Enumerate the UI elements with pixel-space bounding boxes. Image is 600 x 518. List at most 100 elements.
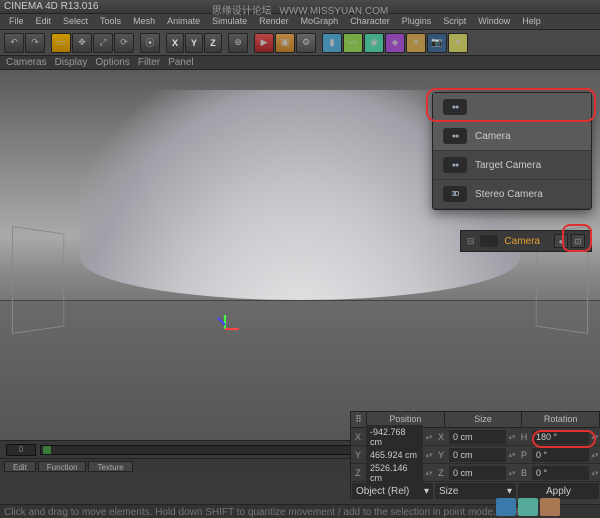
camera-object-icon bbox=[480, 235, 498, 247]
spinner-icon[interactable]: ▴▾ bbox=[507, 433, 517, 441]
pos-y-field[interactable]: 465.924 cm bbox=[366, 448, 423, 462]
axis-z-toggle[interactable]: Z bbox=[204, 33, 222, 53]
spinner-icon[interactable]: ▴▾ bbox=[424, 433, 434, 441]
menu-animate[interactable]: Animate bbox=[162, 14, 205, 29]
move-tool[interactable]: ✥ bbox=[72, 33, 92, 53]
size-y-field[interactable]: 0 cm bbox=[449, 448, 506, 462]
render-view[interactable]: ▶ bbox=[254, 33, 274, 53]
stereo-camera-option[interactable]: Stereo Camera bbox=[433, 180, 591, 209]
redo-button[interactable]: ↷ bbox=[25, 33, 45, 53]
camera-icon bbox=[443, 157, 467, 173]
label-sz: Z bbox=[434, 468, 448, 478]
pos-z-field[interactable]: 2526.146 cm bbox=[366, 461, 423, 485]
menu-script[interactable]: Script bbox=[438, 14, 471, 29]
scale-tool[interactable]: ⤢ bbox=[93, 33, 113, 53]
spinner-icon[interactable]: ▴▾ bbox=[590, 451, 600, 459]
target-camera-label: Target Camera bbox=[475, 160, 541, 171]
target-camera-option[interactable]: Target Camera bbox=[433, 151, 591, 180]
menu-help[interactable]: Help bbox=[517, 14, 546, 29]
vp-panel[interactable]: Panel bbox=[168, 57, 194, 68]
menu-file[interactable]: File bbox=[4, 14, 29, 29]
camera-dropdown-menu: Camera Target Camera Stereo Camera bbox=[432, 92, 592, 210]
app-title: CINEMA 4D R13.016 bbox=[4, 1, 99, 12]
tab-texture[interactable]: Texture bbox=[88, 461, 132, 472]
label-z: Z bbox=[351, 468, 365, 478]
axis-gizmo[interactable] bbox=[210, 315, 240, 345]
safe-frame-left bbox=[12, 226, 64, 334]
label-p: P bbox=[517, 450, 531, 460]
vp-options[interactable]: Options bbox=[95, 57, 129, 68]
camera-object-name[interactable]: Camera bbox=[504, 236, 540, 247]
vp-filter[interactable]: Filter bbox=[138, 57, 160, 68]
apply-button[interactable]: Apply bbox=[518, 483, 599, 499]
deformer-tool[interactable]: ◈ bbox=[385, 33, 405, 53]
environment-tool[interactable]: ☀ bbox=[406, 33, 426, 53]
size-x-field[interactable]: 0 cm bbox=[449, 430, 506, 444]
camera-icon bbox=[443, 99, 467, 115]
axis-y-toggle[interactable]: Y bbox=[185, 33, 203, 53]
coordinates-panel: ⠿ Position Size Rotation X -942.768 cm▴▾… bbox=[350, 411, 600, 500]
rotate-tool[interactable]: ⟳ bbox=[114, 33, 134, 53]
stereo-camera-label: Stereo Camera bbox=[475, 189, 543, 200]
rot-p-field[interactable]: 0 ° bbox=[532, 448, 589, 462]
pos-x-field[interactable]: -942.768 cm bbox=[366, 425, 423, 449]
light-tool[interactable]: ✦ bbox=[448, 33, 468, 53]
label-y: Y bbox=[351, 450, 365, 460]
recent-tool[interactable]: ⦿ bbox=[140, 33, 160, 53]
object-manager-row[interactable]: ⊟ Camera ● ⊡ bbox=[460, 230, 592, 252]
tab-edit[interactable]: Edit bbox=[4, 461, 36, 472]
coord-row-x: X -942.768 cm▴▾ X 0 cm▴▾ H 180 °▴▾ bbox=[351, 428, 600, 446]
menu-edit[interactable]: Edit bbox=[31, 14, 57, 29]
menu-tools[interactable]: Tools bbox=[95, 14, 126, 29]
menu-mesh[interactable]: Mesh bbox=[128, 14, 160, 29]
menu-window[interactable]: Window bbox=[473, 14, 515, 29]
rot-h-field[interactable]: 180 ° bbox=[532, 430, 589, 444]
vp-display[interactable]: Display bbox=[55, 57, 88, 68]
watermark-badges bbox=[496, 498, 560, 516]
size-mode-select[interactable]: Size▾ bbox=[435, 483, 516, 499]
spline-tool[interactable]: 〰 bbox=[343, 33, 363, 53]
main-toolbar: ↶ ↷ ▭ ✥ ⤢ ⟳ ⦿ X Y Z ⊕ ▶ ▣ ⚙ ▮ 〰 ◉ ◈ ☀ 📷 … bbox=[0, 30, 600, 56]
timeline-playhead[interactable] bbox=[43, 446, 51, 454]
viewport-menubar: Cameras Display Options Filter Panel bbox=[0, 56, 600, 70]
header-rotation: Rotation bbox=[522, 412, 600, 427]
status-text: Click and drag to move elements. Hold do… bbox=[4, 507, 535, 518]
coords-grip-icon[interactable]: ⠿ bbox=[351, 412, 367, 427]
tree-expand-icon[interactable]: ⊟ bbox=[467, 236, 475, 247]
primitive-cube[interactable]: ▮ bbox=[322, 33, 342, 53]
visibility-tag[interactable]: ● bbox=[554, 234, 568, 248]
camera-menu-header[interactable] bbox=[433, 93, 591, 122]
spinner-icon[interactable]: ▴▾ bbox=[424, 469, 434, 477]
size-z-field[interactable]: 0 cm bbox=[449, 466, 506, 480]
spinner-icon[interactable]: ▴▾ bbox=[507, 469, 517, 477]
menu-plugins[interactable]: Plugins bbox=[397, 14, 437, 29]
viewport-3d[interactable]: Camera Target Camera Stereo Camera ⊟ Cam… bbox=[0, 70, 600, 440]
tab-function[interactable]: Function bbox=[38, 461, 87, 472]
render-settings[interactable]: ⚙ bbox=[296, 33, 316, 53]
rot-b-field[interactable]: 0 ° bbox=[532, 466, 589, 480]
dropdown-icon: ▾ bbox=[424, 486, 429, 497]
dropdown-icon: ▾ bbox=[507, 486, 512, 497]
label-x: X bbox=[351, 432, 365, 442]
viewport-camera-tag[interactable]: ⊡ bbox=[571, 234, 585, 248]
vp-cameras[interactable]: Cameras bbox=[6, 57, 47, 68]
select-tool[interactable]: ▭ bbox=[51, 33, 71, 53]
spinner-icon[interactable]: ▴▾ bbox=[507, 451, 517, 459]
spinner-icon[interactable]: ▴▾ bbox=[590, 469, 600, 477]
camera-tool[interactable]: 📷 bbox=[427, 33, 447, 53]
timeline-start[interactable]: 0 bbox=[6, 444, 36, 456]
menu-select[interactable]: Select bbox=[58, 14, 93, 29]
coord-row-z: Z 2526.146 cm▴▾ Z 0 cm▴▾ B 0 °▴▾ bbox=[351, 464, 600, 482]
gizmo-x-axis[interactable] bbox=[225, 328, 239, 330]
title-bar: CINEMA 4D R13.016 思缘设计论坛 WWW.MISSYUAN.CO… bbox=[0, 0, 600, 14]
label-b: B bbox=[517, 468, 531, 478]
coord-system[interactable]: ⊕ bbox=[228, 33, 248, 53]
spinner-icon[interactable]: ▴▾ bbox=[590, 433, 600, 441]
render-region[interactable]: ▣ bbox=[275, 33, 295, 53]
coord-mode-select[interactable]: Object (Rel)▾ bbox=[352, 483, 433, 499]
generator-tool[interactable]: ◉ bbox=[364, 33, 384, 53]
axis-x-toggle[interactable]: X bbox=[166, 33, 184, 53]
camera-option[interactable]: Camera bbox=[433, 122, 591, 151]
undo-button[interactable]: ↶ bbox=[4, 33, 24, 53]
spinner-icon[interactable]: ▴▾ bbox=[424, 451, 434, 459]
